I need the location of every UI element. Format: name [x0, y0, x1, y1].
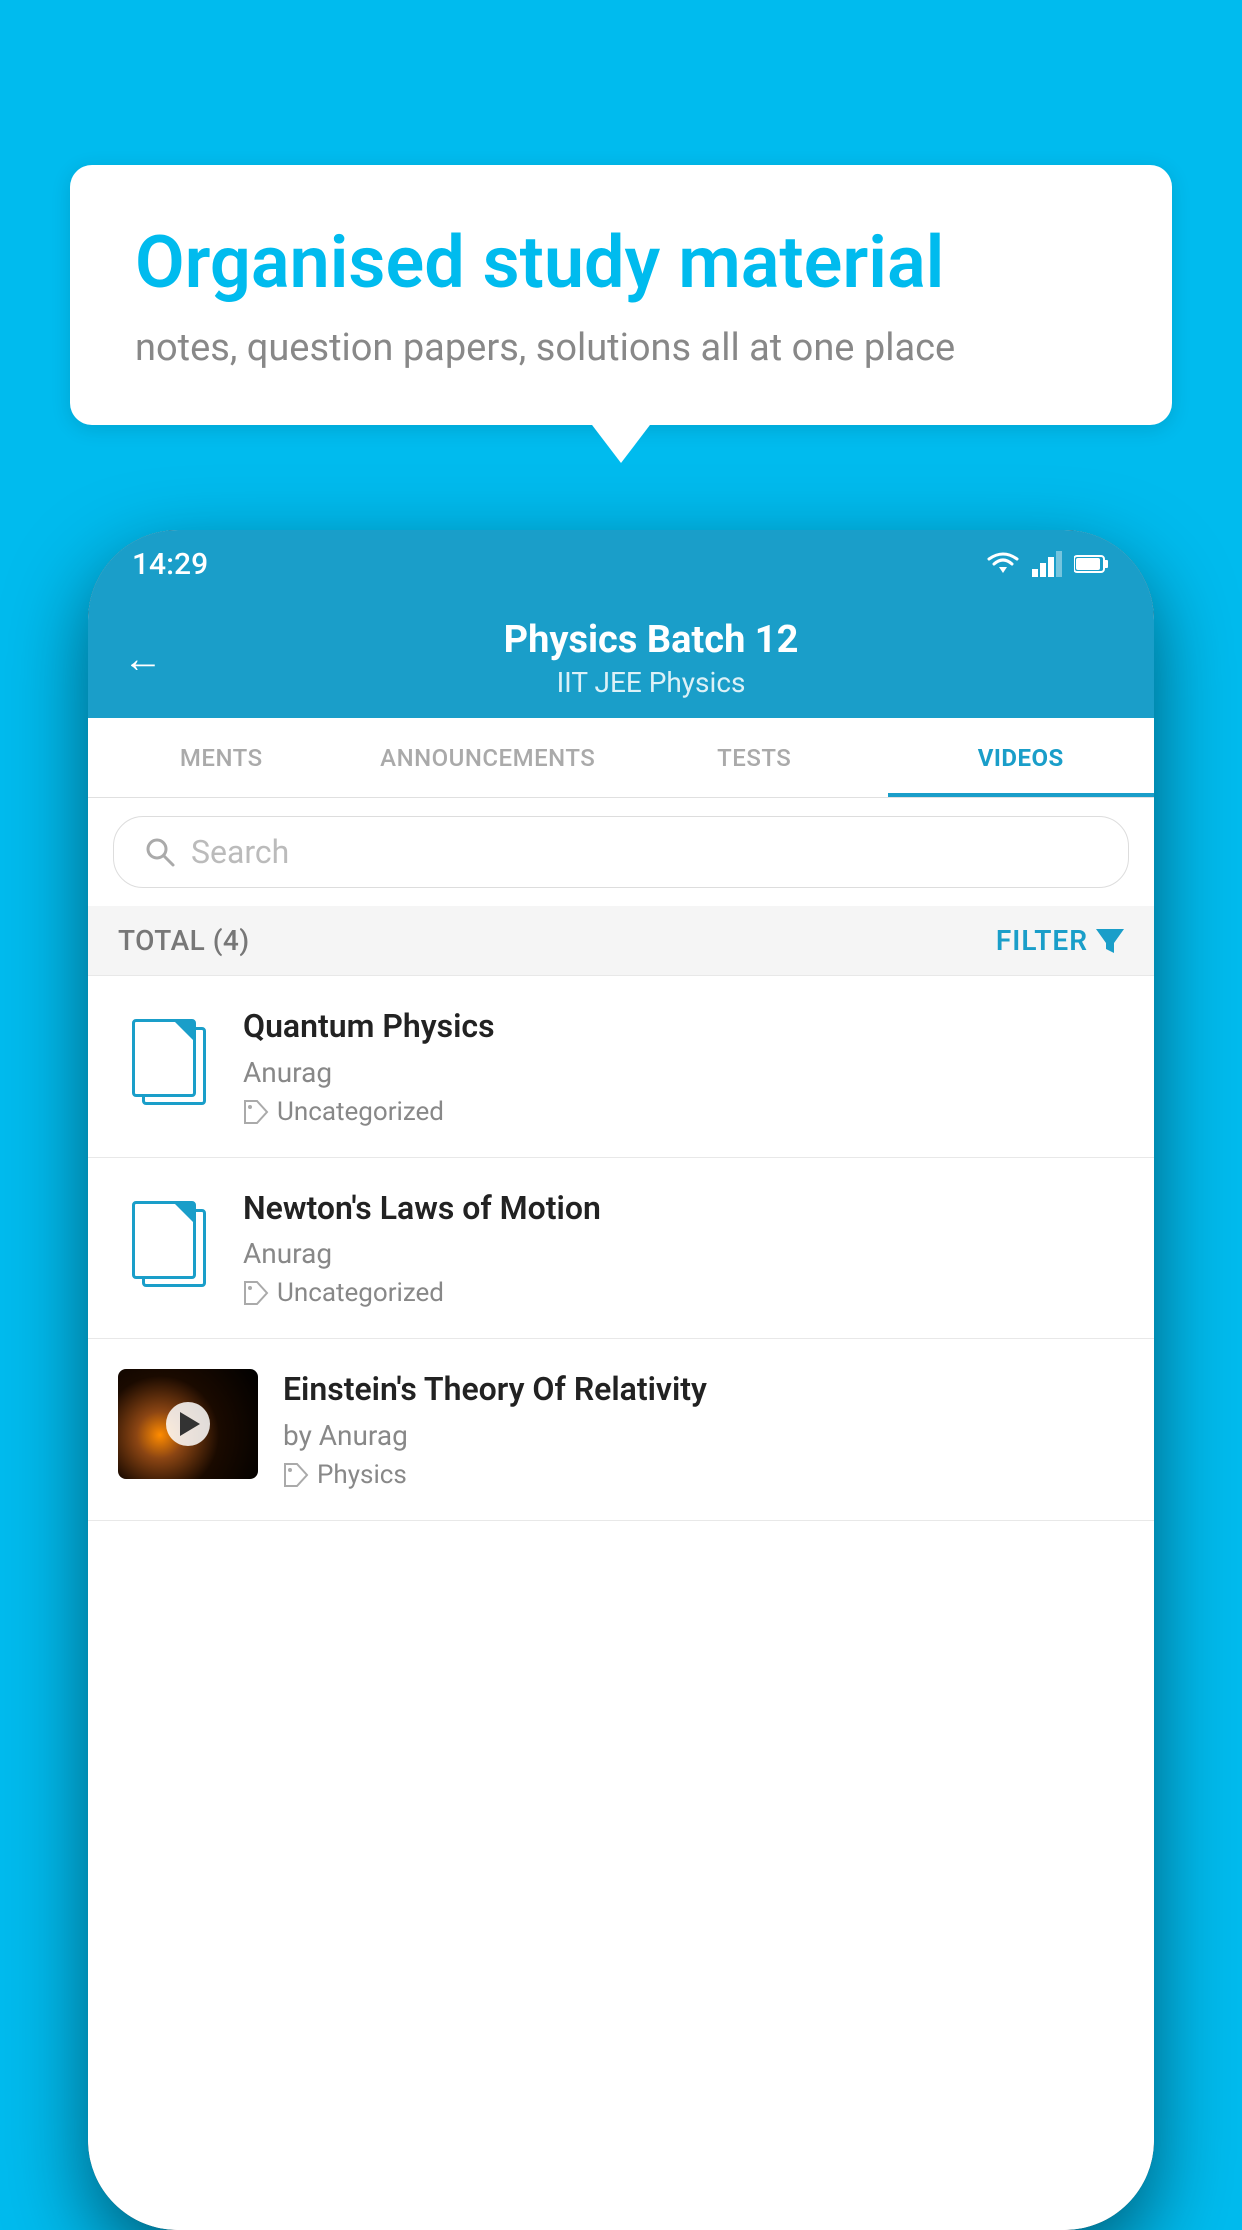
filter-button[interactable]: FILTER: [996, 924, 1124, 957]
list-item[interactable]: Quantum Physics Anurag Uncategorized: [88, 976, 1154, 1158]
signal-icon: [1032, 551, 1062, 577]
video-title: Einstein's Theory Of Relativity: [283, 1369, 1124, 1411]
file-icon: [132, 1017, 204, 1105]
video-info: Quantum Physics Anurag Uncategorized: [243, 1006, 1124, 1127]
video-thumbnail: [118, 1369, 258, 1479]
battery-icon: [1074, 554, 1110, 574]
search-placeholder: Search: [191, 833, 289, 871]
header-title: Physics Batch 12: [183, 618, 1119, 662]
play-button[interactable]: [166, 1402, 210, 1446]
back-button[interactable]: ←: [123, 635, 163, 682]
video-author: Anurag: [243, 1237, 1124, 1270]
filter-icon: [1096, 929, 1124, 953]
phone-frame: 14:29: [88, 530, 1154, 2230]
file-icon: [132, 1199, 204, 1287]
video-tag: Uncategorized: [243, 1097, 1124, 1127]
tabs-bar: MENTS ANNOUNCEMENTS TESTS VIDEOS: [88, 718, 1154, 798]
status-time: 14:29: [132, 547, 208, 582]
tag-icon: [243, 1099, 269, 1125]
speech-bubble: Organised study material notes, question…: [70, 165, 1172, 425]
filter-bar: TOTAL (4) FILTER: [88, 906, 1154, 976]
bubble-subtitle: notes, question papers, solutions all at…: [135, 326, 1107, 370]
app-header: ← Physics Batch 12 IIT JEE Physics: [88, 598, 1154, 718]
video-tag: Uncategorized: [243, 1278, 1124, 1308]
video-list: Quantum Physics Anurag Uncategorized: [88, 976, 1154, 2230]
total-count: TOTAL (4): [118, 924, 250, 957]
wifi-icon: [986, 551, 1020, 577]
header-title-block: Physics Batch 12 IIT JEE Physics: [183, 618, 1119, 699]
search-container: Search: [88, 798, 1154, 906]
tab-ments[interactable]: MENTS: [88, 718, 355, 797]
tab-announcements[interactable]: ANNOUNCEMENTS: [355, 718, 622, 797]
status-bar: 14:29: [88, 530, 1154, 598]
video-title: Newton's Laws of Motion: [243, 1188, 1124, 1230]
search-bar[interactable]: Search: [113, 816, 1129, 888]
status-icons: [986, 551, 1110, 577]
tab-videos[interactable]: VIDEOS: [888, 718, 1155, 797]
video-info: Einstein's Theory Of Relativity by Anura…: [283, 1369, 1124, 1490]
video-info: Newton's Laws of Motion Anurag Uncategor…: [243, 1188, 1124, 1309]
video-author: by Anurag: [283, 1419, 1124, 1452]
bubble-title: Organised study material: [135, 220, 1107, 306]
list-item[interactable]: Newton's Laws of Motion Anurag Uncategor…: [88, 1158, 1154, 1340]
video-tag: Physics: [283, 1460, 1124, 1490]
file-icon-container: [118, 1006, 218, 1116]
play-icon: [180, 1412, 200, 1436]
tab-tests[interactable]: TESTS: [621, 718, 888, 797]
tag-icon: [283, 1462, 309, 1488]
search-icon: [144, 836, 176, 868]
phone-screen: 14:29: [88, 530, 1154, 2230]
file-icon-container: [118, 1188, 218, 1298]
tag-icon: [243, 1280, 269, 1306]
video-author: Anurag: [243, 1056, 1124, 1089]
video-title: Quantum Physics: [243, 1006, 1124, 1048]
header-subtitle: IIT JEE Physics: [183, 666, 1119, 699]
list-item[interactable]: Einstein's Theory Of Relativity by Anura…: [88, 1339, 1154, 1521]
